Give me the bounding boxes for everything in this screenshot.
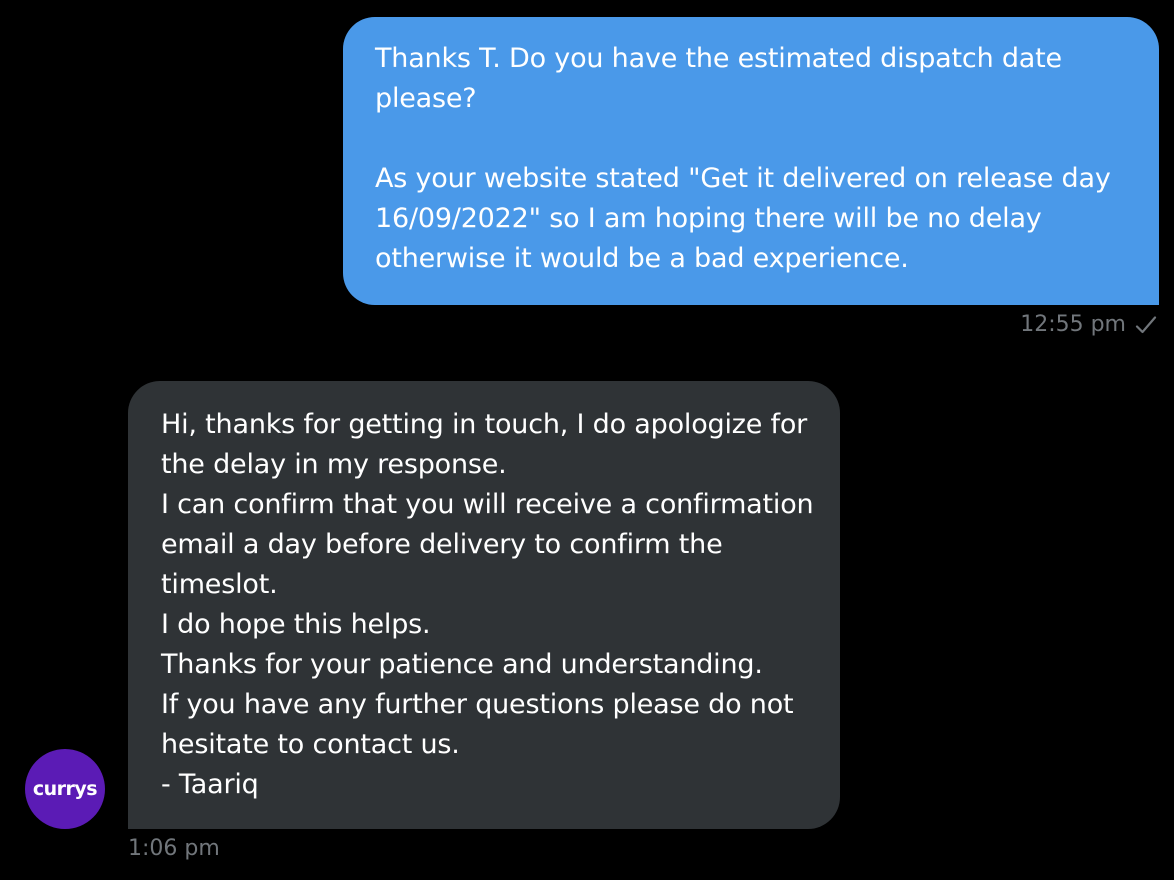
avatar[interactable]: currys	[25, 749, 105, 829]
sent-message-bubble[interactable]: Thanks T. Do you have the estimated disp…	[343, 17, 1159, 305]
dm-conversation: Thanks T. Do you have the estimated disp…	[0, 0, 1174, 880]
received-message-time: 1:06 pm	[128, 836, 220, 861]
check-icon	[1134, 313, 1158, 337]
currys-logo: currys	[32, 778, 98, 800]
sent-message-meta: 12:55 pm	[1020, 311, 1158, 339]
received-message-bubble[interactable]: Hi, thanks for getting in touch, I do ap…	[128, 381, 840, 829]
sent-message-time: 12:55 pm	[1020, 312, 1126, 337]
